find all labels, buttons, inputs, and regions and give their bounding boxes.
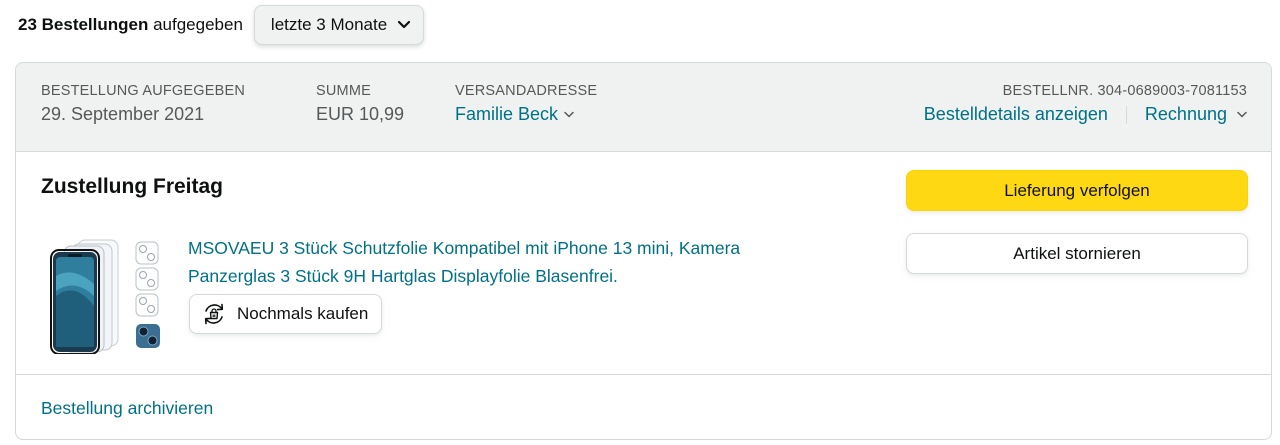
buy-again-button[interactable]: Nochmals kaufen — [189, 294, 383, 334]
ship-to-column: VERSANDADRESSE Familie Beck — [455, 83, 597, 125]
buy-again-label: Nochmals kaufen — [237, 304, 369, 323]
order-card: BESTELLUNG AUFGEGEBEN 29. September 2021… — [15, 62, 1272, 440]
time-filter-dropdown[interactable]: letzte 3 Monate — [253, 5, 425, 45]
invoice-label: Rechnung — [1144, 104, 1227, 124]
product-title-link[interactable]: MSOVAEU 3 Stück Schutzfolie Kompatibel m… — [188, 234, 828, 290]
chevron-down-icon — [397, 20, 411, 30]
order-count: 23 Bestellungen — [18, 15, 149, 34]
order-placed-label: BESTELLUNG AUFGEGEBEN — [41, 83, 246, 99]
order-total-value: EUR 10,99 — [316, 104, 405, 124]
order-info-column: BESTELLNR. 304-0689003-7081153 Bestellde… — [924, 83, 1247, 125]
product-thumbnail[interactable] — [48, 236, 164, 355]
divider — [1125, 105, 1127, 124]
order-placed-date: 29. September 2021 — [41, 104, 205, 124]
order-footer: Bestellung archivieren — [16, 374, 1271, 439]
orders-toolbar: 23 Bestellungen aufgegeben letzte 3 Mona… — [18, 4, 425, 46]
archive-order-link[interactable]: Bestellung archivieren — [41, 398, 213, 419]
ship-to-label: VERSANDADRESSE — [455, 83, 598, 99]
cancel-items-button[interactable]: Artikel stornieren — [906, 233, 1248, 274]
order-total-column: SUMME EUR 10,99 — [316, 83, 404, 125]
order-number: BESTELLNR. 304-0689003-7081153 — [1002, 83, 1247, 99]
order-total-label: SUMME — [316, 83, 371, 99]
order-header: BESTELLUNG AUFGEGEBEN 29. September 2021… — [16, 63, 1271, 152]
buy-again-icon — [201, 301, 227, 327]
chevron-down-icon — [564, 111, 574, 118]
order-placed-column: BESTELLUNG AUFGEGEBEN 29. September 2021 — [41, 83, 245, 125]
order-count-text: 23 Bestellungen aufgegeben — [18, 15, 243, 35]
order-links: Bestelldetails anzeigen Rechnung — [924, 104, 1247, 125]
time-filter-value: letzte 3 Monate — [270, 15, 388, 34]
invoice-dropdown[interactable]: Rechnung — [1145, 104, 1227, 125]
delivery-status: Zustellung Freitag — [41, 175, 224, 198]
ship-to-name: Familie Beck — [455, 104, 559, 124]
order-count-suffix: aufgegeben — [148, 15, 243, 34]
track-package-button[interactable]: Lieferung verfolgen — [906, 170, 1248, 211]
chevron-down-icon[interactable] — [1237, 111, 1247, 118]
order-details-link[interactable]: Bestelldetails anzeigen — [924, 104, 1108, 125]
ship-to-link[interactable]: Familie Beck — [455, 104, 597, 125]
